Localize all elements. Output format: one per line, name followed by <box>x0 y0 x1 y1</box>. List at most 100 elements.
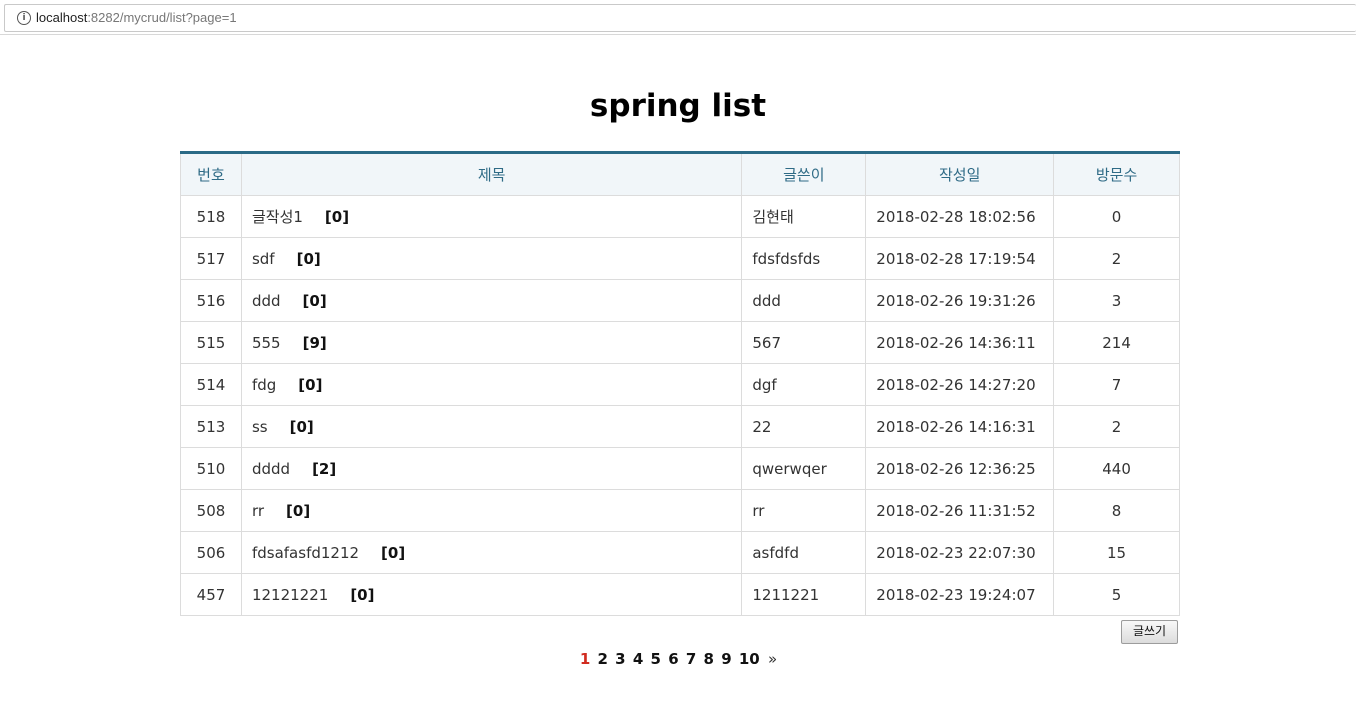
page-link-2[interactable]: 2 <box>598 650 608 668</box>
post-title-link[interactable]: ddd <box>252 292 281 310</box>
page-link-8[interactable]: 8 <box>704 650 714 668</box>
post-title-cell: dddd [2] <box>240 447 743 490</box>
url-text[interactable]: localhost:8282/mycrud/list?page=1 <box>36 10 237 25</box>
post-title-cell: 555 [9] <box>240 321 743 364</box>
page-link-9[interactable]: 9 <box>721 650 731 668</box>
table-row: 514 fdg [0] dgf 2018-02-26 14:27:20 7 <box>180 363 1180 406</box>
post-date: 2018-02-23 19:24:07 <box>865 573 1055 616</box>
page-link-5[interactable]: 5 <box>651 650 661 668</box>
page-link-7[interactable]: 7 <box>686 650 696 668</box>
post-title-link[interactable]: 12121221 <box>252 586 328 604</box>
post-date: 2018-02-26 11:31:52 <box>865 489 1055 532</box>
write-button[interactable]: 글쓰기 <box>1121 620 1178 644</box>
browser-address-bar: i localhost:8282/mycrud/list?page=1 <box>0 0 1356 35</box>
post-date: 2018-02-26 14:36:11 <box>865 321 1055 364</box>
page-title: spring list <box>589 88 767 124</box>
comment-count: [0] <box>298 375 323 394</box>
post-date: 2018-02-26 14:16:31 <box>865 405 1055 448</box>
post-title-cell: ddd [0] <box>240 279 743 322</box>
comment-count: [0] <box>381 543 406 562</box>
comment-count: [2] <box>312 459 337 478</box>
comment-count: [9] <box>302 333 327 352</box>
post-writer: qwerwqer <box>741 447 867 490</box>
post-number: 514 <box>180 363 242 406</box>
post-writer: dgf <box>741 363 867 406</box>
post-number: 506 <box>180 531 242 574</box>
post-number: 508 <box>180 489 242 532</box>
url-path: :8282/mycrud/list?page=1 <box>87 10 237 25</box>
post-writer: 김현태 <box>741 195 867 238</box>
post-date: 2018-02-26 12:36:25 <box>865 447 1055 490</box>
post-views: 7 <box>1053 363 1180 406</box>
post-number: 515 <box>180 321 242 364</box>
post-title-link[interactable]: sdf <box>252 250 275 268</box>
comment-count: [0] <box>296 249 321 268</box>
page-link-4[interactable]: 4 <box>633 650 643 668</box>
post-title-cell: sdf [0] <box>240 237 743 280</box>
post-title-link[interactable]: dddd <box>252 460 290 478</box>
page-link-3[interactable]: 3 <box>615 650 625 668</box>
post-views: 15 <box>1053 531 1180 574</box>
post-date: 2018-02-26 14:27:20 <box>865 363 1055 406</box>
post-views: 214 <box>1053 321 1180 364</box>
post-number: 516 <box>180 279 242 322</box>
post-views: 2 <box>1053 405 1180 448</box>
post-title-link[interactable]: rr <box>252 502 264 520</box>
url-host: localhost <box>36 10 88 25</box>
post-views: 3 <box>1053 279 1180 322</box>
table-row: 513 ss [0] 22 2018-02-26 14:16:31 2 <box>180 405 1180 448</box>
comment-count: [0] <box>289 417 314 436</box>
post-number: 518 <box>180 195 242 238</box>
post-writer: 22 <box>741 405 867 448</box>
post-writer: 1211221 <box>741 573 867 616</box>
post-date: 2018-02-28 18:02:56 <box>865 195 1055 238</box>
post-number: 513 <box>180 405 242 448</box>
post-views: 0 <box>1053 195 1180 238</box>
page-link-1[interactable]: 1 <box>580 650 590 668</box>
table-row: 516 ddd [0] ddd 2018-02-26 19:31:26 3 <box>180 279 1180 322</box>
post-views: 2 <box>1053 237 1180 280</box>
post-number: 510 <box>180 447 242 490</box>
header-title: 제목 <box>240 152 743 196</box>
post-title-link[interactable]: fdsafasfd1212 <box>252 544 359 562</box>
table-row: 510 dddd [2] qwerwqer 2018-02-26 12:36:25 440 <box>180 447 1180 490</box>
post-writer: ddd <box>741 279 867 322</box>
post-title-link[interactable]: ss <box>252 418 268 436</box>
header-number: 번호 <box>180 152 242 196</box>
post-title-cell: rr [0] <box>240 489 743 532</box>
post-views: 8 <box>1053 489 1180 532</box>
post-writer: asfdfd <box>741 531 867 574</box>
post-views: 440 <box>1053 447 1180 490</box>
table-row: 457 12121221 [0] 1211221 2018-02-23 19:24:07… <box>180 573 1180 616</box>
info-icon[interactable]: i <box>17 11 31 25</box>
page-link-6[interactable]: 6 <box>668 650 678 668</box>
post-writer: 567 <box>741 321 867 364</box>
post-title-link[interactable]: fdg <box>252 376 276 394</box>
comment-count: [0] <box>324 208 350 226</box>
post-date: 2018-02-23 22:07:30 <box>865 531 1055 574</box>
post-writer: rr <box>741 489 867 532</box>
post-title-cell: 글작성1 [0] <box>240 195 743 238</box>
post-date: 2018-02-26 19:31:26 <box>865 279 1055 322</box>
url-input[interactable]: i localhost:8282/mycrud/list?page=1 <box>4 4 1356 32</box>
header-views: 방문수 <box>1053 152 1180 196</box>
table-row: 515 555 [9] 567 2018-02-26 14:36:11 214 <box>180 321 1180 364</box>
page-link-10[interactable]: 10 <box>739 650 760 668</box>
post-title-cell: fdsafasfd1212 [0] <box>240 531 743 574</box>
post-title-cell: 12121221 [0] <box>240 573 743 616</box>
post-number: 517 <box>180 237 242 280</box>
post-number: 457 <box>180 573 242 616</box>
comment-count: [0] <box>350 585 375 604</box>
header-writer: 글쓴이 <box>741 152 867 196</box>
table-row: 506 fdsafasfd1212 [0] asfdfd 2018-02-23 22:0… <box>180 531 1180 574</box>
next-page-link[interactable]: » <box>768 650 777 668</box>
comment-count: [0] <box>286 501 311 520</box>
post-title-link[interactable]: 글작성1 <box>252 208 303 226</box>
post-title-link[interactable]: 555 <box>252 334 281 352</box>
comment-count: [0] <box>302 291 327 310</box>
pagination: 1 2 3 4 5 6 7 8 9 10 » <box>0 650 1356 668</box>
table-row: 518 글작성1 [0] 김현태 2018-02-28 18:02:56 0 <box>180 195 1180 238</box>
post-title-cell: ss [0] <box>240 405 743 448</box>
board-table: 번호 제목 글쓴이 작성일 방문수 518 글작성1 [0] 김현태 2018-02-2… <box>180 151 1180 616</box>
table-header-row: 번호 제목 글쓴이 작성일 방문수 <box>180 152 1180 196</box>
